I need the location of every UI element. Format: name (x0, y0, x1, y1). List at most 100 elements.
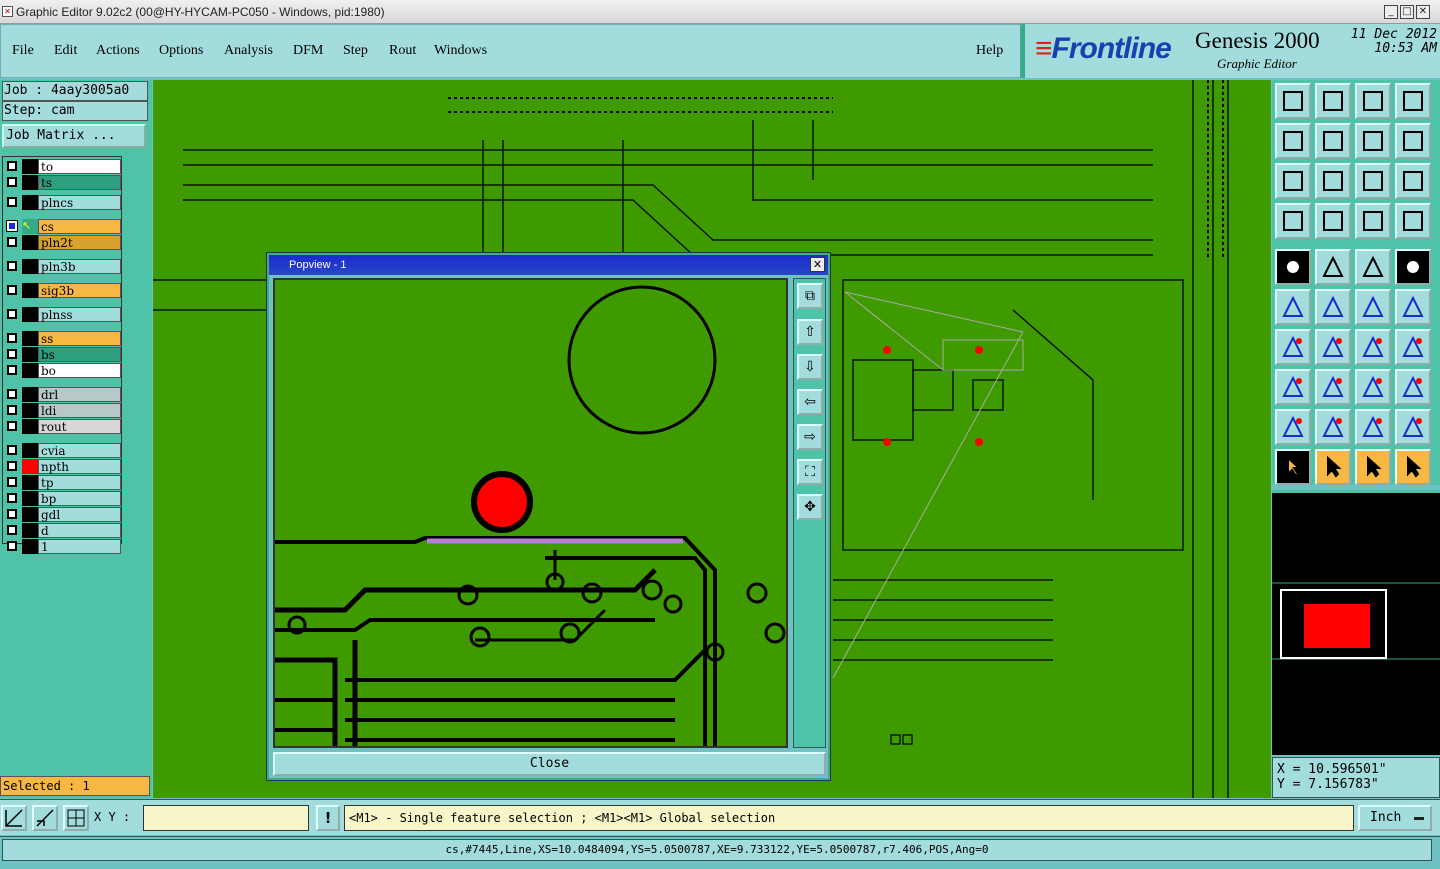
menu-edit[interactable]: Edit (54, 43, 77, 59)
group-icon[interactable] (1395, 369, 1431, 405)
layer-row-drl[interactable]: drl (3, 387, 121, 402)
swap-icon[interactable] (1355, 123, 1391, 159)
settings-icon[interactable] (1275, 203, 1311, 239)
popview-zoom-home-icon[interactable]: ⛶ (797, 459, 823, 485)
close-icon[interactable]: ✕ (1416, 5, 1430, 19)
draw-icon[interactable] (1315, 329, 1351, 365)
layer-row-sig3b[interactable]: sig3b (3, 283, 121, 298)
layer-name[interactable]: sig3b (38, 283, 121, 298)
layer-row-ldi[interactable]: ldi (3, 403, 121, 418)
popview-pan-down-icon[interactable]: ⇩ (797, 354, 823, 380)
arc-icon[interactable] (1355, 329, 1391, 365)
popview-pan-right-icon[interactable]: ⇨ (797, 424, 823, 450)
pan-right-icon[interactable] (1315, 123, 1351, 159)
layer-checkbox[interactable] (7, 461, 17, 471)
layer-red-2-icon[interactable] (1395, 203, 1431, 239)
grid-icon[interactable] (63, 805, 89, 831)
layer-row-cs[interactable]: ↖ cs (3, 219, 121, 234)
xy-input[interactable] (143, 805, 309, 831)
triangle-2-icon[interactable] (1315, 409, 1351, 445)
layer-checkbox[interactable] (7, 445, 17, 455)
select-arrow-icon[interactable] (1275, 449, 1311, 485)
layer-name[interactable]: ts (38, 175, 121, 190)
popview-pan-up-icon[interactable]: ⇧ (797, 319, 823, 345)
ruler-icon[interactable] (1355, 249, 1391, 285)
layer-checkbox[interactable] (7, 525, 17, 535)
menu-analysis[interactable]: Analysis (224, 43, 273, 59)
box-select-icon[interactable] (1275, 369, 1311, 405)
layer-row-cvia[interactable]: cvia (3, 443, 121, 458)
layer-checkbox[interactable] (7, 541, 17, 551)
layer-row-bo[interactable]: bo (3, 363, 121, 378)
minimize-icon[interactable]: _ (1384, 5, 1398, 19)
zoom-center-icon[interactable] (1315, 163, 1351, 199)
layer-name[interactable]: tp (38, 475, 121, 490)
alert-button[interactable]: ! (316, 805, 340, 831)
help-icon[interactable] (1395, 163, 1431, 199)
pan-left-icon[interactable] (1275, 123, 1311, 159)
popview-pan-left-icon[interactable]: ⇦ (797, 389, 823, 415)
layer-checkbox[interactable] (7, 421, 17, 431)
route-icon[interactable] (1395, 123, 1431, 159)
layer-name[interactable]: d (38, 523, 121, 538)
line-icon[interactable] (1275, 329, 1311, 365)
layer-name[interactable]: drl (38, 387, 121, 402)
layer-red-icon[interactable] (1355, 203, 1391, 239)
layer-name[interactable]: cs (38, 219, 121, 234)
layer-row-plncs[interactable]: plncs (3, 195, 121, 210)
select-arrow-3-icon[interactable] (1355, 449, 1391, 485)
layer-checkbox[interactable] (7, 285, 17, 295)
popview-window[interactable]: Popview - 1 ✕ ⧉ ⇧ ⇩ ⇦ ⇨ ⛶ ✥ Close (267, 253, 830, 780)
layer-name[interactable]: 1 (38, 539, 121, 554)
layer-name[interactable]: npth (38, 459, 121, 474)
layer-row-gdl[interactable]: gdl (3, 507, 121, 522)
dot-icon[interactable] (1395, 249, 1431, 285)
layer-name[interactable]: pln3b (38, 259, 121, 274)
overview-window[interactable] (1272, 490, 1440, 755)
layer-row-tp[interactable]: tp (3, 475, 121, 490)
layer-name[interactable]: ss (38, 331, 121, 346)
layer-name[interactable]: ldi (38, 403, 121, 418)
layer-checkbox[interactable] (7, 349, 17, 359)
layer-checkbox[interactable] (7, 477, 17, 487)
snap-icon[interactable] (1, 805, 27, 831)
layer-checkbox[interactable] (7, 365, 17, 375)
menu-windows[interactable]: Windows (434, 43, 487, 59)
triangle-icon[interactable] (1275, 409, 1311, 445)
layer-checkbox[interactable] (7, 309, 17, 319)
zoom-in-icon[interactable] (1275, 83, 1311, 119)
layer-row-to[interactable]: to (3, 159, 121, 174)
connect-icon[interactable] (1275, 289, 1311, 325)
popview-canvas[interactable] (273, 278, 788, 748)
grid-icon[interactable] (1315, 203, 1351, 239)
layer-row-pln3b[interactable]: pln3b (3, 259, 121, 274)
menu-step[interactable]: Step (343, 43, 368, 59)
component-icon[interactable] (1355, 369, 1391, 405)
layer-checkbox[interactable] (7, 493, 17, 503)
layer-checkbox[interactable] (7, 389, 17, 399)
popview-close-button[interactable]: Close (273, 752, 826, 776)
layer-name[interactable]: bs (38, 347, 121, 362)
layer-row-ts[interactable]: ts (3, 175, 121, 190)
window-icon[interactable] (1395, 83, 1431, 119)
layer-name[interactable]: cvia (38, 443, 121, 458)
menu-rout[interactable]: Rout (389, 43, 416, 59)
unit-selector[interactable]: Inch (1358, 805, 1432, 831)
layer-name[interactable]: plncs (38, 195, 121, 210)
popview-zoom-window-icon[interactable]: ⧉ (797, 283, 823, 309)
layer-checkbox[interactable] (7, 509, 17, 519)
layer-checkbox[interactable] (6, 220, 18, 232)
menu-actions[interactable]: Actions (96, 43, 140, 59)
layer-checkbox[interactable] (7, 197, 17, 207)
layer-row-pln2t[interactable]: pln2t (3, 235, 121, 250)
layer-checkbox[interactable] (7, 161, 17, 171)
measure-icon[interactable] (32, 805, 58, 831)
pad-icon[interactable] (1275, 249, 1311, 285)
layer-checkbox[interactable] (7, 405, 17, 415)
layer-name[interactable]: pln2t (38, 235, 121, 250)
layer-row-npth[interactable]: npth (3, 459, 121, 474)
layer-name[interactable]: rout (38, 419, 121, 434)
layer-checkbox[interactable] (7, 177, 17, 187)
layer-name[interactable]: bp (38, 491, 121, 506)
layer-row-bs[interactable]: bs (3, 347, 121, 362)
